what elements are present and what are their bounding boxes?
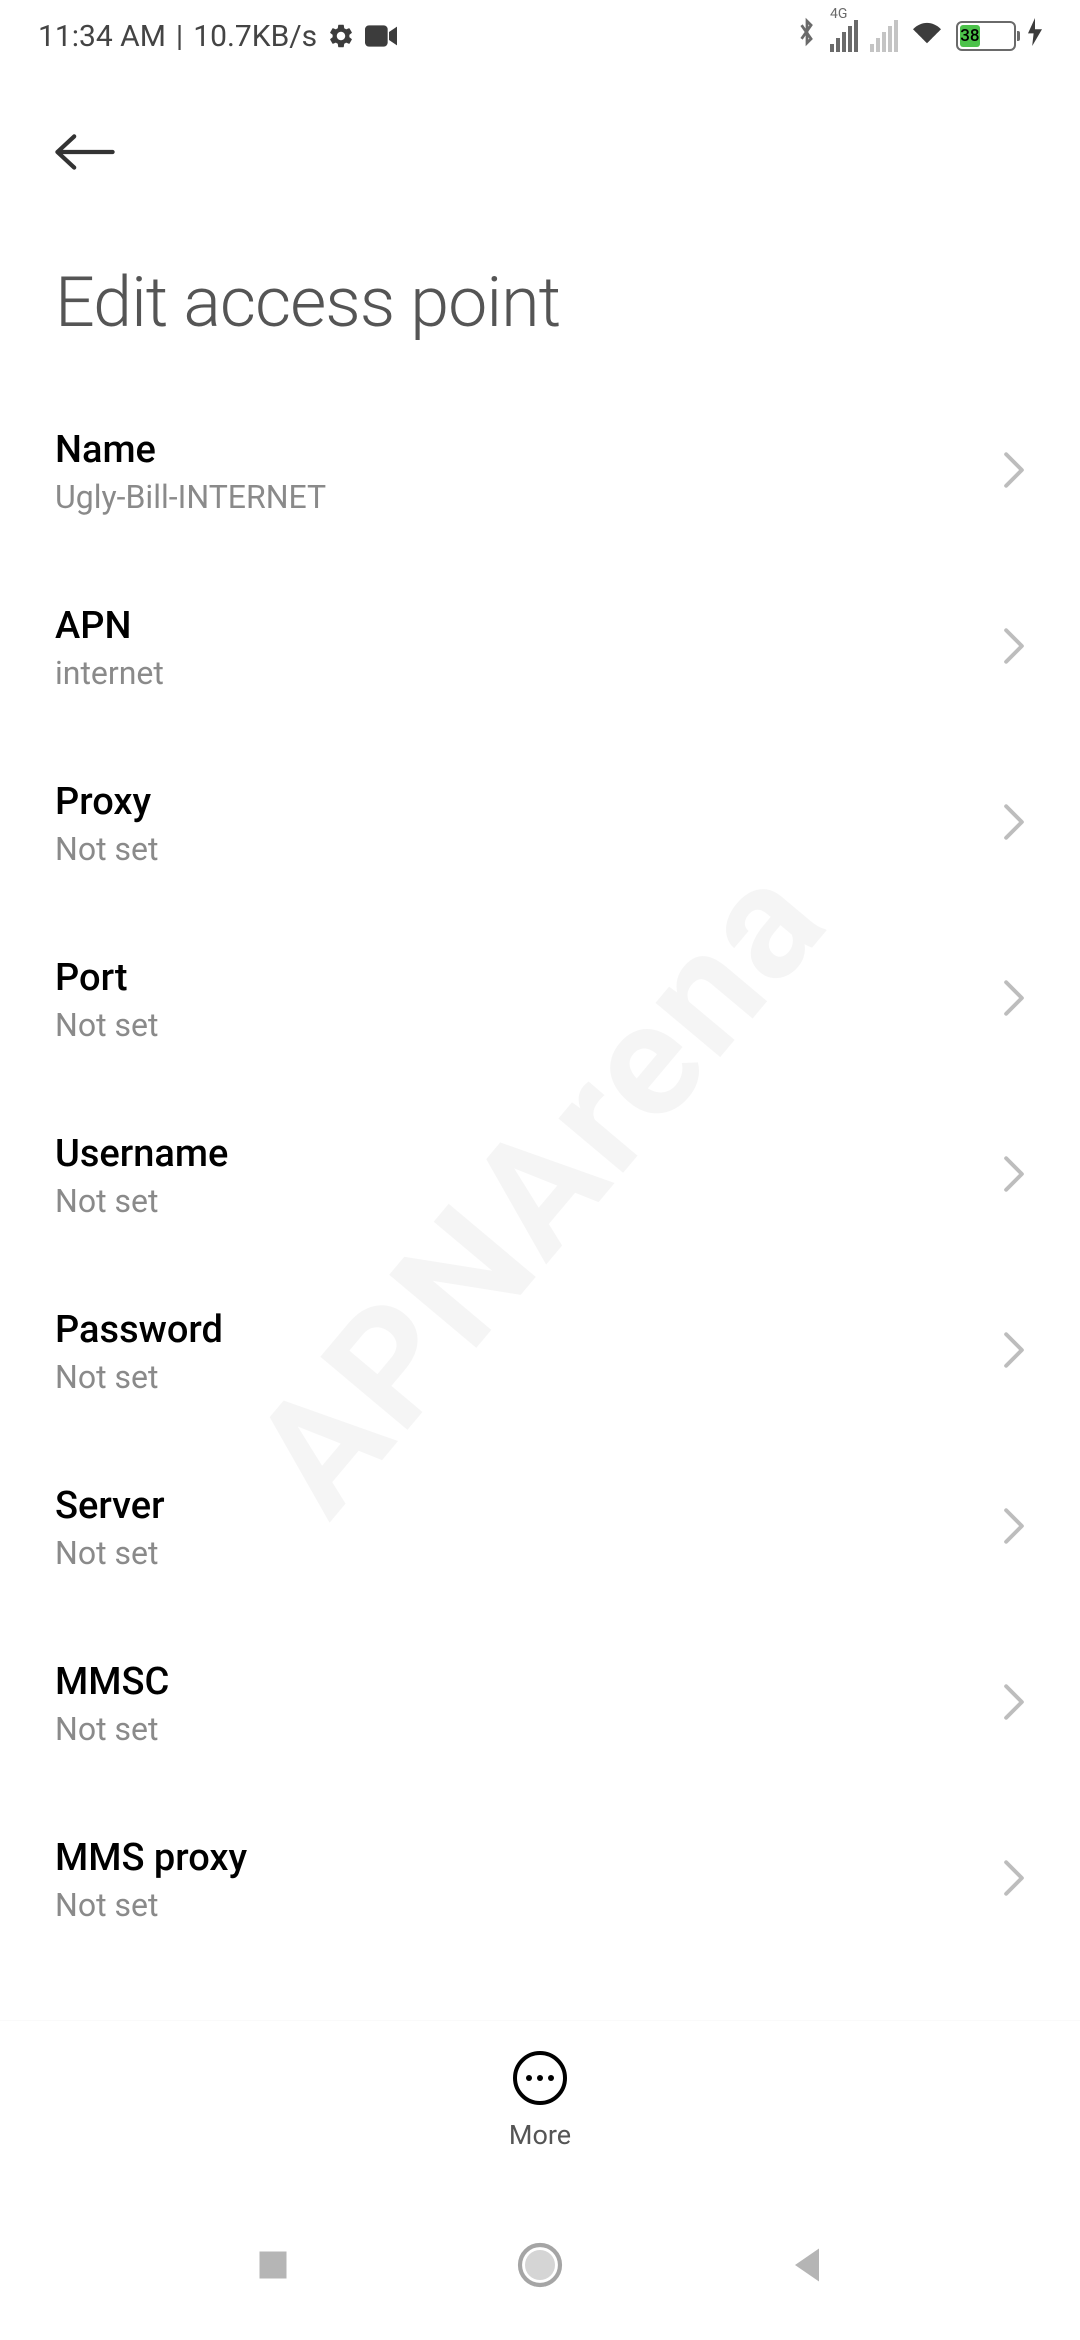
status-right: 4G 38	[796, 17, 1042, 55]
nav-recent-button[interactable]	[247, 2239, 299, 2291]
bluetooth-icon	[796, 17, 818, 55]
chevron-right-icon	[1003, 627, 1025, 669]
item-value: Not set	[55, 1886, 247, 1924]
status-bar: 11:34 AM | 10.7KB/s 4G	[0, 0, 1080, 72]
item-label: Port	[55, 956, 158, 1000]
setting-username[interactable]: Username Not set	[0, 1088, 1080, 1264]
navigation-bar	[0, 2190, 1080, 2340]
item-label: Username	[55, 1132, 228, 1176]
item-value: Not set	[55, 830, 158, 868]
item-value: internet	[55, 654, 164, 692]
setting-proxy[interactable]: Proxy Not set	[0, 736, 1080, 912]
item-label: Name	[55, 428, 326, 472]
item-label: MMS proxy	[55, 1836, 247, 1880]
item-value: Not set	[55, 1182, 228, 1220]
more-icon	[513, 2051, 567, 2105]
more-button[interactable]: More	[509, 2051, 571, 2151]
chevron-right-icon	[1003, 979, 1025, 1021]
bottom-action-bar: More	[0, 2020, 1080, 2190]
header	[0, 72, 1080, 202]
item-label: APN	[55, 604, 164, 648]
setting-name[interactable]: Name Ugly-Bill-INTERNET	[0, 384, 1080, 560]
chevron-right-icon	[1003, 1859, 1025, 1901]
item-label: Server	[55, 1484, 165, 1528]
chevron-right-icon	[1003, 803, 1025, 845]
item-value: Not set	[55, 1358, 223, 1396]
wifi-icon	[910, 18, 944, 54]
status-separator: |	[176, 19, 183, 54]
status-speed: 10.7KB/s	[193, 19, 317, 54]
battery-fill: 38	[960, 25, 980, 47]
more-label: More	[509, 2119, 571, 2151]
nav-back-button[interactable]	[781, 2239, 833, 2291]
page-title: Edit access point	[0, 202, 1080, 384]
settings-list: Name Ugly-Bill-INTERNET APN internet Pro…	[0, 384, 1080, 1968]
camera-icon	[365, 24, 397, 48]
setting-port[interactable]: Port Not set	[0, 912, 1080, 1088]
signal-4g-icon: 4G	[830, 20, 858, 52]
chevron-right-icon	[1003, 451, 1025, 493]
gear-icon	[327, 22, 355, 50]
chevron-right-icon	[1003, 1507, 1025, 1549]
chevron-right-icon	[1003, 1155, 1025, 1197]
setting-apn[interactable]: APN internet	[0, 560, 1080, 736]
setting-password[interactable]: Password Not set	[0, 1264, 1080, 1440]
chevron-right-icon	[1003, 1683, 1025, 1725]
item-label: Password	[55, 1308, 223, 1352]
item-value: Ugly-Bill-INTERNET	[55, 478, 326, 516]
signal-nosim-icon	[870, 20, 898, 52]
battery-icon: 38	[956, 21, 1016, 51]
back-button[interactable]	[55, 122, 115, 182]
item-value: Not set	[55, 1710, 169, 1748]
item-label: Proxy	[55, 780, 158, 824]
setting-server[interactable]: Server Not set	[0, 1440, 1080, 1616]
nav-home-button[interactable]	[514, 2239, 566, 2291]
item-label: MMSC	[55, 1660, 169, 1704]
chevron-right-icon	[1003, 1331, 1025, 1373]
charging-icon	[1028, 18, 1042, 54]
setting-mmsc[interactable]: MMSC Not set	[0, 1616, 1080, 1792]
status-time: 11:34 AM	[38, 19, 166, 54]
setting-mms-proxy[interactable]: MMS proxy Not set	[0, 1792, 1080, 1968]
item-value: Not set	[55, 1006, 158, 1044]
item-value: Not set	[55, 1534, 165, 1572]
status-left: 11:34 AM | 10.7KB/s	[38, 19, 397, 54]
